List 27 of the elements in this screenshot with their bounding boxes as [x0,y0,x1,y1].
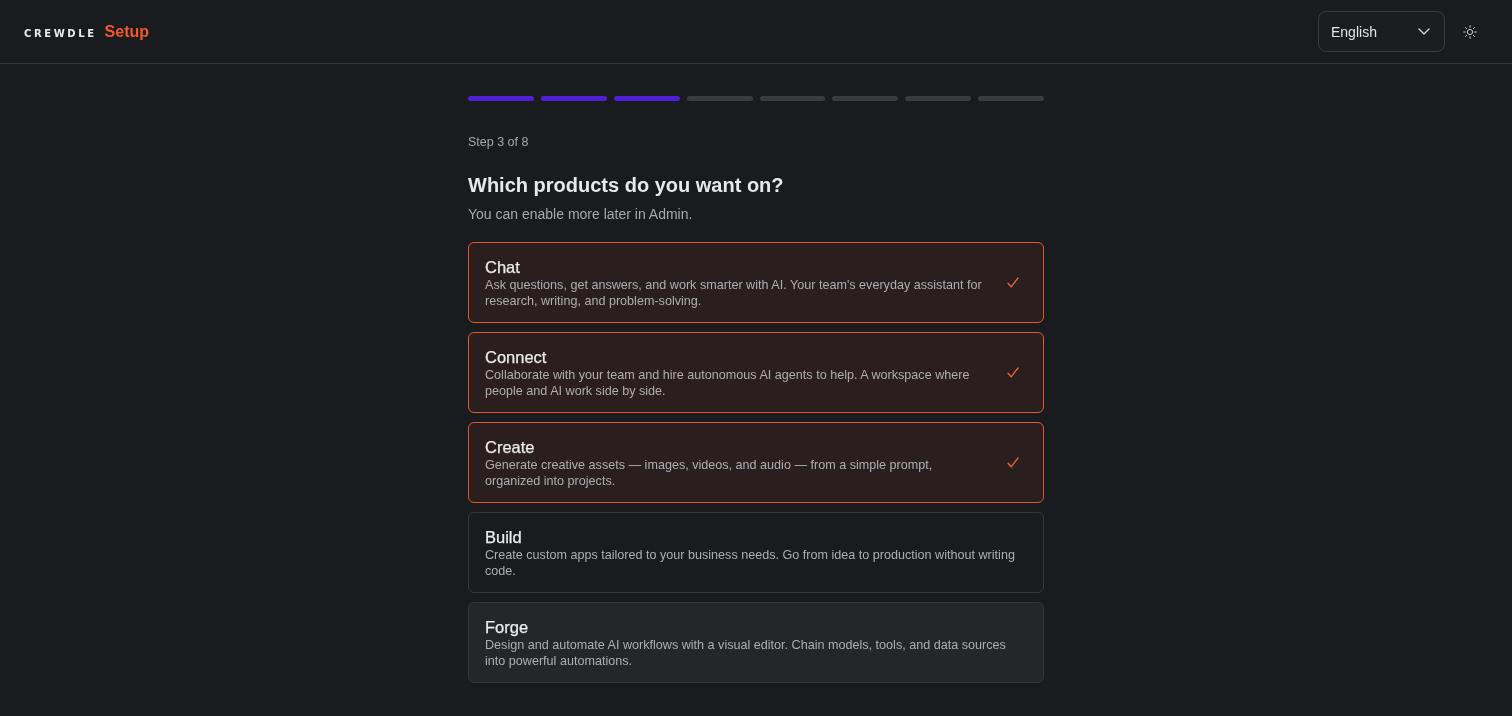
product-name: Chat [485,256,521,277]
product-option-card[interactable]: Build Create custom apps tailored to your business needs. Go from idea to production without writing code. [468,512,1044,593]
step-counter: Step 3 of 8 [468,135,530,149]
product-description: Design and automate AI workflows with a visual editor. Chain models, tools, and data sources into powerful automations. [485,636,1007,669]
checkmark-icon [1007,457,1019,468]
checkmark-icon [1007,367,1019,378]
product-name: Forge [485,616,530,637]
page-subheading: You can enable more later in Admin. [468,206,694,222]
product-description: Create custom apps tailored to your business needs. Go from idea to production without writing code. [485,546,1016,579]
language-select[interactable]: English [1318,11,1445,52]
product-name: Build [485,526,523,547]
logo-wordmark: CREWDLE [24,27,97,39]
product-name: Create [485,436,536,457]
product-description: Generate creative assets — images, videos, and audio — from a simple prompt, organized into projects. [485,456,934,489]
product-option-card[interactable]: Connect Collaborate with your team and hire autonomous AI agents to help. A workspace where people and AI work side by side. [468,332,1044,413]
chevron-down-icon [1418,28,1430,35]
sun-icon [1463,24,1477,39]
product-description: Ask questions, get answers, and work smarter with AI. Your team's everyday assistant for research, writing, and problem-solving. [485,276,983,309]
product-option-card[interactable]: Chat Ask questions, get answers, and work smarter with AI. Your team's everyday assistant for research, writing, and problem-solving. [468,242,1044,323]
product-option-card[interactable]: Forge Design and automate AI workflows with a visual editor. Chain models, tools, and data sources into powerful automations. [468,602,1044,683]
product-name: Connect [485,346,548,367]
page-title: Setup [104,22,150,41]
product-option-card[interactable]: Create Generate creative assets — images, videos, and audio — from a simple prompt, organized into projects. [468,422,1044,503]
page-heading: Which products do you want on? [468,174,785,197]
checkmark-icon [1007,277,1019,288]
theme-toggle-button[interactable] [1463,24,1477,39]
product-description: Collaborate with your team and hire autonomous AI agents to help. A workspace where people and AI work side by side. [485,366,971,399]
